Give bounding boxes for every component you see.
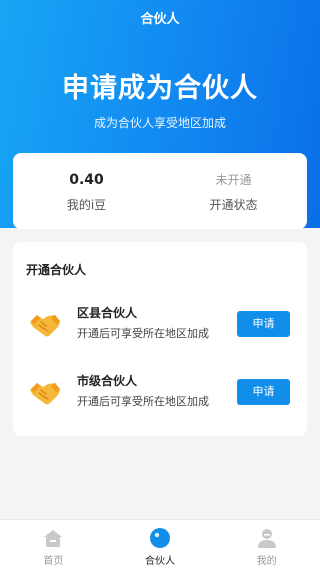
partner-row-city: 市级合伙人 开通后可享受所在地区加成 申请 [13,370,307,416]
nav-title: 合伙人 [140,12,180,27]
tab-label: 我的 [256,556,277,567]
tab-partner[interactable]: 合伙人 [107,520,214,568]
status-label: 开通状态 [209,197,258,212]
tab-label: 首页 [43,556,64,567]
partner-name: 市级合伙人 [77,374,138,388]
apply-button-county[interactable]: 申请 [237,311,290,337]
partner-card: 开通合伙人 区县合伙人 开通后可享受所在地区加成 申请 市级合伙人 开通后可享受… [13,242,307,436]
balance-stat[interactable]: 0.40 我的i豆 [13,170,160,213]
user-icon [257,529,276,548]
handshake-icon [30,315,60,337]
section-title: 开通合伙人 [26,263,87,277]
status-value: 未开通 [215,172,252,187]
tab-label: 合伙人 [145,556,175,567]
tab-home[interactable]: 首页 [0,520,107,568]
partner-desc: 开通后可享受所在地区加成 [77,327,209,340]
stats-card: 0.40 我的i豆 未开通 开通状态 [13,153,307,229]
partner-dot-icon [150,528,170,548]
status-stat: 未开通 开通状态 [160,170,307,213]
hero-title: 申请成为合伙人 [62,73,258,104]
apply-button-city[interactable]: 申请 [237,379,290,405]
partner-row-county: 区县合伙人 开通后可享受所在地区加成 申请 [13,302,307,348]
tab-mine[interactable]: 我的 [213,520,320,568]
balance-value: 0.40 [69,171,104,188]
partner-desc: 开通后可享受所在地区加成 [77,395,209,408]
handshake-icon [30,383,60,405]
partner-name: 区县合伙人 [77,306,138,320]
hero-subtitle: 成为合伙人享受地区加成 [93,116,226,130]
balance-label: 我的i豆 [66,197,107,212]
home-icon [44,530,63,547]
tab-bar: 首页 合伙人 我的 [0,519,320,568]
